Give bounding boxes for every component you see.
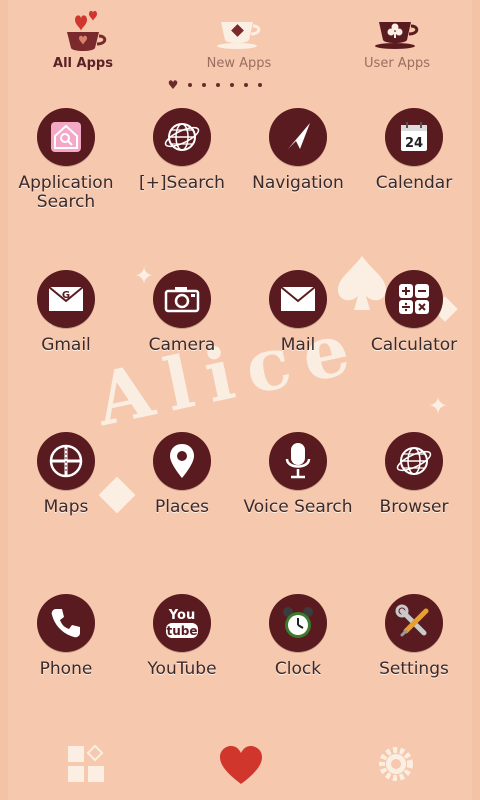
app-camera[interactable]: Camera xyxy=(124,270,240,355)
app-voice-search[interactable]: Voice Search xyxy=(240,432,356,517)
page-dot xyxy=(188,83,192,87)
app-tabs: All Apps New Apps User Apps xyxy=(8,0,472,80)
app-label: YouTube xyxy=(147,659,217,679)
envelope-icon xyxy=(269,270,327,328)
app-label: Maps xyxy=(43,497,89,517)
youtube-icon: You tube xyxy=(153,594,211,652)
app-mail[interactable]: Mail xyxy=(240,270,356,355)
app-label: Settings xyxy=(379,659,449,679)
page-dot-current: ♥ xyxy=(167,78,179,92)
heart-icon xyxy=(220,746,262,784)
envelope-g-icon: G xyxy=(37,270,95,328)
app-navigation[interactable]: Navigation xyxy=(240,108,356,193)
app-label: Application Search xyxy=(18,173,114,212)
page-dot xyxy=(216,83,220,87)
navigation-arrow-icon xyxy=(269,108,327,166)
app-clock[interactable]: Clock xyxy=(240,594,356,679)
page-dot xyxy=(244,83,248,87)
page-dot xyxy=(202,83,206,87)
alarm-clock-icon xyxy=(269,594,327,652)
globe-icon xyxy=(153,108,211,166)
gear-icon xyxy=(379,747,413,781)
tab-label: New Apps xyxy=(206,56,272,71)
app-label: Gmail xyxy=(41,335,91,355)
settings-button[interactable] xyxy=(376,744,416,788)
app-application-search[interactable]: Application Search xyxy=(8,108,124,212)
tab-all-apps[interactable]: All Apps xyxy=(28,8,138,71)
page-dot xyxy=(258,83,262,87)
app-maps[interactable]: Maps xyxy=(8,432,124,517)
app-label: Voice Search xyxy=(243,497,353,517)
app-phone[interactable]: Phone xyxy=(8,594,124,679)
globe-icon xyxy=(385,432,443,490)
app-settings[interactable]: Settings xyxy=(356,594,472,679)
app-label: Phone xyxy=(39,659,93,679)
app-label: Clock xyxy=(274,659,322,679)
app-drawer-button[interactable] xyxy=(66,744,106,788)
page-dot xyxy=(230,83,234,87)
tab-user-apps[interactable]: User Apps xyxy=(342,8,452,71)
app-browser[interactable]: Browser xyxy=(356,432,472,517)
page-indicator: ♥ xyxy=(167,78,318,92)
app-gmail[interactable]: G Gmail xyxy=(8,270,124,355)
calendar-date: 24 xyxy=(405,136,423,151)
app-places[interactable]: Places xyxy=(124,432,240,517)
calendar-icon: 24 xyxy=(385,108,443,166)
heart-home-button[interactable] xyxy=(218,744,264,790)
app-label: Calendar xyxy=(375,173,453,193)
app-label: Camera xyxy=(148,335,216,355)
wrench-screwdriver-icon xyxy=(385,594,443,652)
app-label: [+]Search xyxy=(139,173,225,193)
app-label: Places xyxy=(154,497,210,517)
sparkle-icon: ✦ xyxy=(428,392,449,420)
app-calendar[interactable]: 24 Calendar xyxy=(356,108,472,193)
calculator-icon xyxy=(385,270,443,328)
camera-icon xyxy=(153,270,211,328)
youtube-you-text: You xyxy=(168,608,195,623)
app-youtube[interactable]: You tube YouTube xyxy=(124,594,240,679)
phone-handset-icon xyxy=(37,594,95,652)
app-label: Mail xyxy=(280,335,316,355)
microphone-icon xyxy=(269,432,327,490)
app-drawer-icon xyxy=(68,744,104,782)
hearts-teacup-icon xyxy=(53,8,113,54)
teacup-club-icon xyxy=(367,8,427,54)
app-label: Navigation xyxy=(252,173,344,193)
home-screen: Alice ✦ ✦ ✦ All Apps xyxy=(8,0,472,800)
app-label: Calculator xyxy=(370,335,458,355)
tab-new-apps[interactable]: New Apps xyxy=(184,8,294,71)
location-pin-icon xyxy=(153,432,211,490)
app-calculator[interactable]: Calculator xyxy=(356,270,472,355)
app-search[interactable]: [+]Search xyxy=(124,108,240,193)
youtube-tube-text: tube xyxy=(166,624,197,638)
app-label: Browser xyxy=(379,497,449,517)
map-road-icon xyxy=(37,432,95,490)
tab-label: All Apps xyxy=(53,56,113,71)
teacup-diamond-icon xyxy=(209,8,269,54)
home-search-icon xyxy=(37,108,95,166)
gmail-letter: G xyxy=(62,290,70,301)
tab-label: User Apps xyxy=(364,56,430,71)
